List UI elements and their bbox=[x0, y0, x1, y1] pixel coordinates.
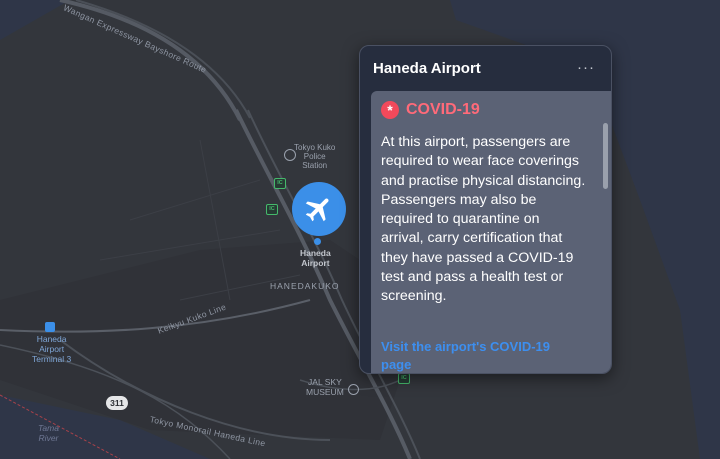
popover-title: Haneda Airport bbox=[373, 60, 481, 77]
covid-card: * COVID-19 At this airport, passengers a… bbox=[371, 91, 611, 373]
terminal-icon bbox=[45, 322, 55, 332]
police-station-icon bbox=[284, 149, 296, 161]
museum-icon bbox=[348, 384, 359, 395]
interchange-badge-1: IC bbox=[274, 178, 286, 189]
pin-location-dot bbox=[314, 238, 321, 245]
route-shield: 311 bbox=[106, 396, 128, 410]
river-label: Tama River bbox=[38, 423, 59, 443]
covid-body-text: At this airport, passengers are required… bbox=[381, 134, 586, 305]
place-popover: Haneda Airport ··· * COVID-19 At this ai… bbox=[359, 45, 612, 374]
covid-heading: COVID-19 bbox=[406, 101, 480, 118]
airport-pin-label: Haneda Airport bbox=[300, 248, 331, 268]
airport-pin[interactable] bbox=[292, 182, 346, 236]
police-station-label: Tokyo Kuko Police Station bbox=[294, 143, 336, 171]
covid-page-link[interactable]: Visit the airport's COVID-19 page bbox=[381, 338, 581, 373]
museum-label: JAL SKY MUSEUM bbox=[306, 377, 344, 397]
terminal-label: Haneda Airport Terminal 3 bbox=[32, 334, 72, 364]
airplane-icon bbox=[305, 198, 329, 222]
popover-scrollbar[interactable] bbox=[603, 123, 608, 189]
more-options-button[interactable]: ··· bbox=[577, 59, 595, 76]
interchange-badge-2: IC bbox=[266, 204, 278, 215]
interchange-badge-3: IC bbox=[398, 373, 410, 384]
asterisk-icon: * bbox=[381, 101, 399, 119]
district-label: HANEDAKUKO bbox=[270, 281, 340, 291]
covid-card-header: * COVID-19 bbox=[381, 101, 480, 119]
